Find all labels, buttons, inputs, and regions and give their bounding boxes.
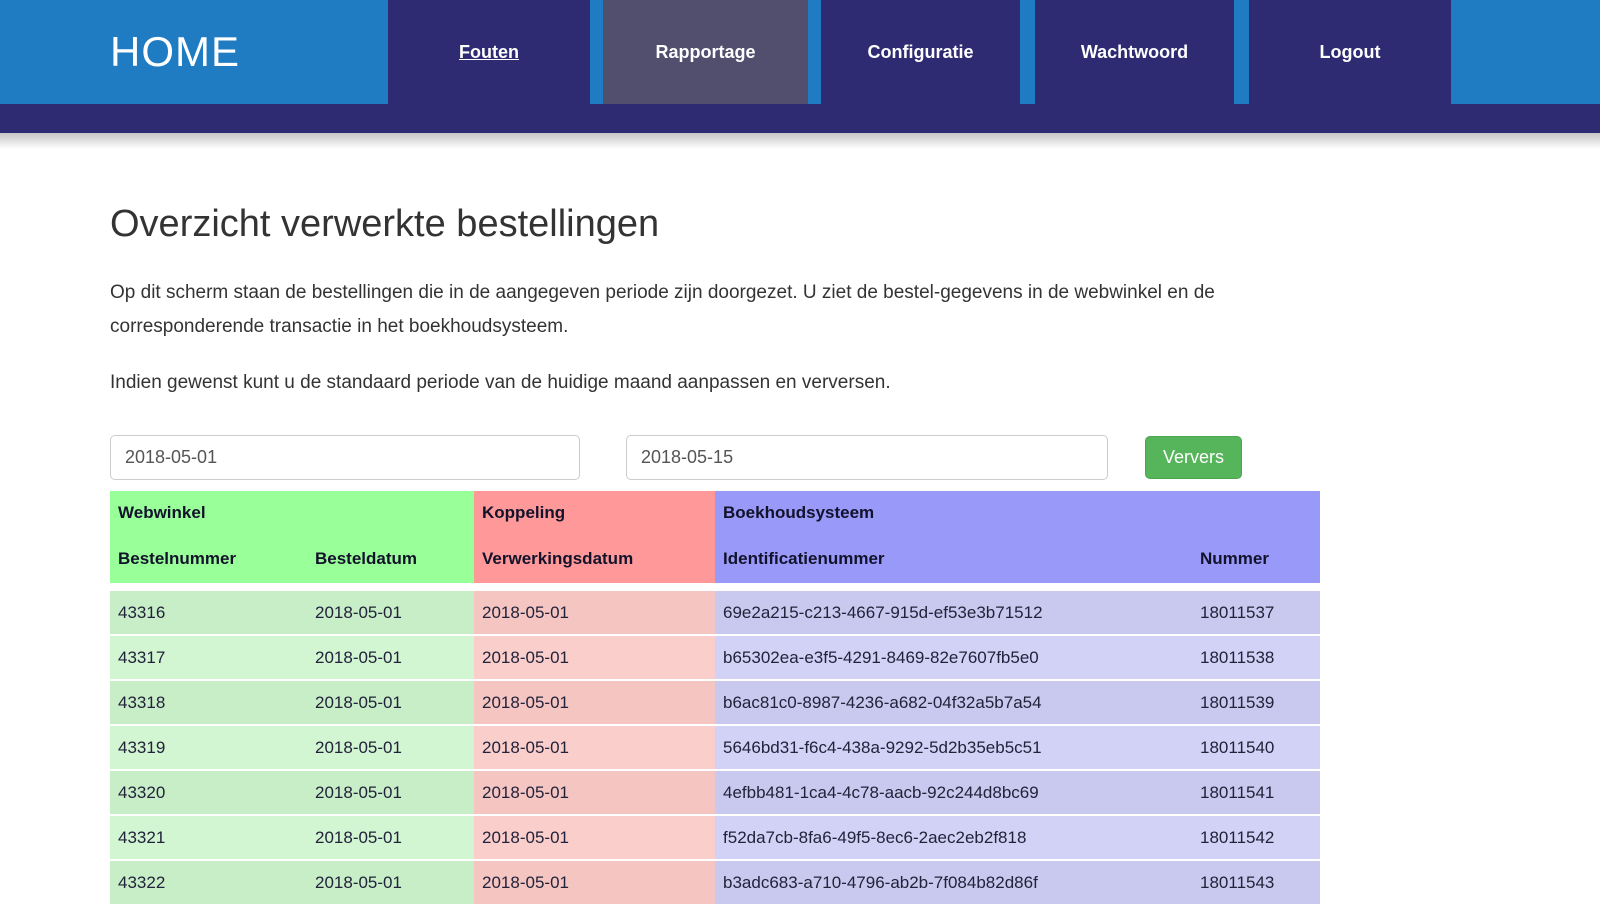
group-header-koppeling: Koppeling bbox=[474, 491, 715, 535]
nav-tab-rapportage-label: Rapportage bbox=[655, 42, 755, 63]
col-header-identificatienummer: Identificatienummer bbox=[715, 535, 1192, 587]
col-header-bestelnummer: Bestelnummer bbox=[110, 535, 307, 587]
table-row: 43318 2018-05-01 2018-05-01 b6ac81c0-898… bbox=[110, 680, 1320, 725]
table-cell: 43320 bbox=[110, 770, 307, 815]
nav-tab-logout-label: Logout bbox=[1320, 42, 1381, 63]
table-row: 43321 2018-05-01 2018-05-01 f52da7cb-8fa… bbox=[110, 815, 1320, 860]
table-cell: 2018-05-01 bbox=[474, 815, 715, 860]
table-cell: 5646bd31-f6c4-438a-9292-5d2b35eb5c51 bbox=[715, 725, 1192, 770]
orders-table: Webwinkel Koppeling Boekhoudsysteem Best… bbox=[110, 491, 1320, 904]
table-cell: 18011538 bbox=[1192, 635, 1320, 680]
page-title: Overzicht verwerkte bestellingen bbox=[110, 203, 1320, 246]
table-cell: b65302ea-e3f5-4291-8469-82e7607fb5e0 bbox=[715, 635, 1192, 680]
table-cell: b3adc683-a710-4796-ab2b-7f084b82d86f bbox=[715, 860, 1192, 904]
table-cell: 2018-05-01 bbox=[307, 725, 474, 770]
table-cell: 2018-05-01 bbox=[474, 725, 715, 770]
col-header-nummer: Nummer bbox=[1192, 535, 1320, 587]
table-cell: 18011543 bbox=[1192, 860, 1320, 904]
table-cell: 43322 bbox=[110, 860, 307, 904]
nav-divider bbox=[1020, 0, 1035, 104]
group-header-row: Webwinkel Koppeling Boekhoudsysteem bbox=[110, 491, 1320, 535]
table-cell: 2018-05-01 bbox=[474, 587, 715, 635]
nav-tab-fouten[interactable]: Fouten bbox=[388, 0, 590, 104]
date-from-input[interactable] bbox=[110, 435, 580, 480]
nav-tab-configuratie[interactable]: Configuratie bbox=[821, 0, 1020, 104]
group-header-boekhoudsysteem: Boekhoudsysteem bbox=[715, 491, 1320, 535]
nav-tab-rapportage[interactable]: Rapportage bbox=[603, 0, 808, 104]
nav-tab-wachtwoord[interactable]: Wachtwoord bbox=[1035, 0, 1234, 104]
refresh-button[interactable]: Ververs bbox=[1145, 436, 1242, 479]
table-cell: 43318 bbox=[110, 680, 307, 725]
nav-divider bbox=[808, 0, 821, 104]
table-cell: 2018-05-01 bbox=[307, 680, 474, 725]
table-cell: 2018-05-01 bbox=[474, 680, 715, 725]
nav-divider bbox=[1234, 0, 1249, 104]
table-cell: 4efbb481-1ca4-4c78-aacb-92c244d8bc69 bbox=[715, 770, 1192, 815]
table-cell: 2018-05-01 bbox=[474, 770, 715, 815]
table-cell: 43319 bbox=[110, 725, 307, 770]
table-row: 43317 2018-05-01 2018-05-01 b65302ea-e3f… bbox=[110, 635, 1320, 680]
table-cell: 69e2a215-c213-4667-915d-ef53e3b71512 bbox=[715, 587, 1192, 635]
table-cell: 18011542 bbox=[1192, 815, 1320, 860]
table-cell: 43321 bbox=[110, 815, 307, 860]
table-cell: 18011537 bbox=[1192, 587, 1320, 635]
table-cell: 18011541 bbox=[1192, 770, 1320, 815]
nav-divider bbox=[590, 0, 603, 104]
home-label: HOME bbox=[110, 28, 240, 76]
table-cell: 43317 bbox=[110, 635, 307, 680]
group-header-webwinkel: Webwinkel bbox=[110, 491, 474, 535]
table-cell: 2018-05-01 bbox=[474, 860, 715, 904]
table-cell: 2018-05-01 bbox=[307, 770, 474, 815]
nav-tab-logout[interactable]: Logout bbox=[1249, 0, 1451, 104]
table-cell: b6ac81c0-8987-4236-a682-04f32a5b7a54 bbox=[715, 680, 1192, 725]
filter-row: Ververs bbox=[110, 435, 1320, 480]
table-cell: f52da7cb-8fa6-49f5-8ec6-2aec2eb2f818 bbox=[715, 815, 1192, 860]
table-row: 43319 2018-05-01 2018-05-01 5646bd31-f6c… bbox=[110, 725, 1320, 770]
hint-paragraph: Indien gewenst kunt u de standaard perio… bbox=[110, 366, 1320, 399]
table-row: 43316 2018-05-01 2018-05-01 69e2a215-c21… bbox=[110, 587, 1320, 635]
table-cell: 43316 bbox=[110, 587, 307, 635]
nav-shadow bbox=[0, 133, 1600, 149]
col-header-verwerkingsdatum: Verwerkingsdatum bbox=[474, 535, 715, 587]
table-cell: 2018-05-01 bbox=[307, 635, 474, 680]
col-header-besteldatum: Besteldatum bbox=[307, 535, 474, 587]
top-navbar: HOME Fouten Rapportage Configuratie Wach… bbox=[0, 0, 1600, 133]
column-header-row: Bestelnummer Besteldatum Verwerkingsdatu… bbox=[110, 535, 1320, 587]
intro-paragraph: Op dit scherm staan de bestellingen die … bbox=[110, 276, 1295, 344]
nav-row: HOME Fouten Rapportage Configuratie Wach… bbox=[0, 0, 1600, 104]
table-row: 43320 2018-05-01 2018-05-01 4efbb481-1ca… bbox=[110, 770, 1320, 815]
nav-home-brand[interactable]: HOME bbox=[0, 0, 388, 104]
table-cell: 2018-05-01 bbox=[307, 860, 474, 904]
table-cell: 18011540 bbox=[1192, 725, 1320, 770]
table-cell: 2018-05-01 bbox=[307, 815, 474, 860]
table-cell: 18011539 bbox=[1192, 680, 1320, 725]
nav-tab-wachtwoord-label: Wachtwoord bbox=[1081, 42, 1188, 63]
table-row: 43322 2018-05-01 2018-05-01 b3adc683-a71… bbox=[110, 860, 1320, 904]
nav-filler bbox=[1451, 0, 1600, 104]
nav-tab-configuratie-label: Configuratie bbox=[868, 42, 974, 63]
nav-tab-fouten-label: Fouten bbox=[459, 42, 519, 63]
table-cell: 2018-05-01 bbox=[474, 635, 715, 680]
table-cell: 2018-05-01 bbox=[307, 587, 474, 635]
main-content: Overzicht verwerkte bestellingen Op dit … bbox=[110, 203, 1320, 904]
date-to-input[interactable] bbox=[626, 435, 1108, 480]
